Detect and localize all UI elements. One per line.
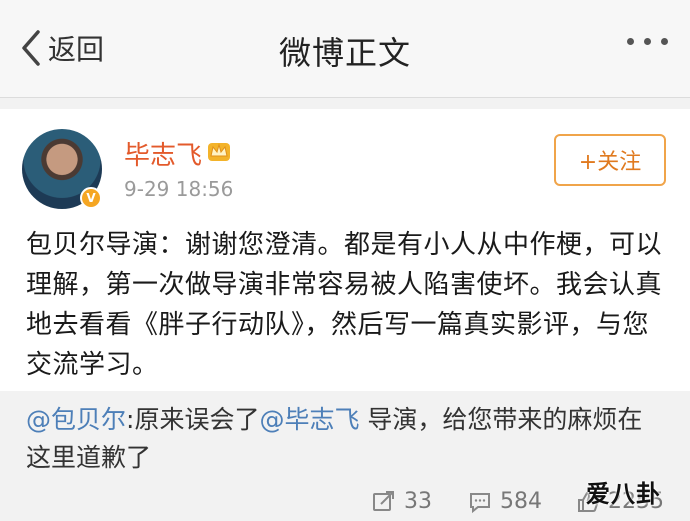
- follow-button[interactable]: +关注: [554, 134, 666, 186]
- retweet-text: @包贝尔:原来误会了@毕志飞 导演，给您带来的麻烦在这里道歉了: [26, 401, 666, 477]
- comment-count: 584: [500, 489, 542, 514]
- navigation-bar: 返回 微博正文: [0, 0, 690, 98]
- repost-count: 33: [404, 489, 432, 514]
- username[interactable]: 毕志飞: [124, 135, 202, 172]
- verified-badge-icon: V: [80, 187, 102, 209]
- retweet-segment: :原来误会了: [126, 405, 260, 434]
- repost-icon: [373, 490, 394, 511]
- post-time: 9-29 18:56: [124, 177, 234, 201]
- repost-button[interactable]: 33: [372, 489, 432, 514]
- post-text: 包贝尔导演：谢谢您澄清。都是有小人从中作梗，可以理解，第一次做导演非常容易被人陷…: [26, 230, 663, 380]
- watermark: 爱八卦: [586, 480, 661, 508]
- comment-button[interactable]: 584: [468, 489, 542, 514]
- mention-link[interactable]: @包贝尔: [26, 405, 126, 434]
- crown-icon: [208, 143, 230, 161]
- more-icon[interactable]: [627, 38, 668, 45]
- page-title: 微博正文: [278, 34, 411, 72]
- post-card: V 毕志飞 9-29 18:56 +关注 包贝尔导演：谢谢您澄清。都是有小人从中…: [0, 109, 690, 391]
- comment-icon: [470, 492, 490, 513]
- mention-link[interactable]: @毕志飞: [259, 405, 359, 434]
